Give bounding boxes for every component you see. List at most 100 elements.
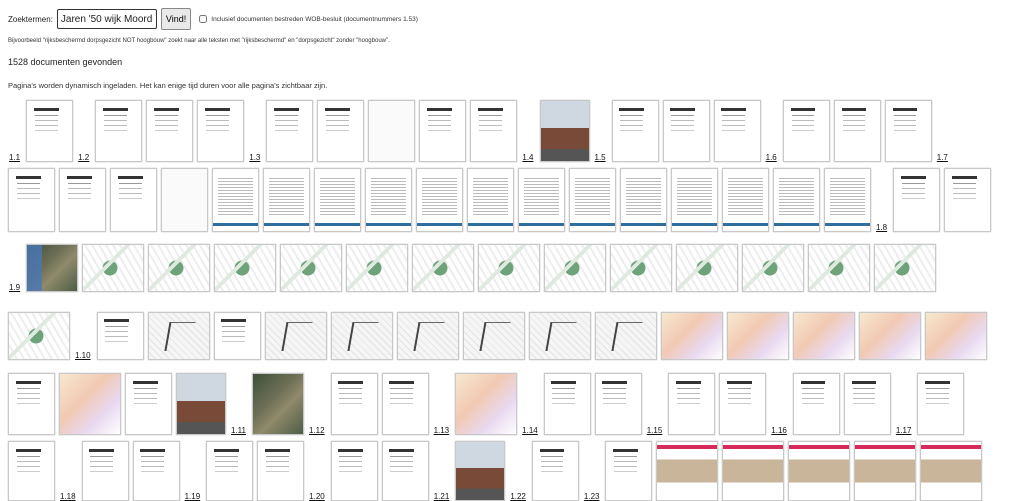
page-thumbnail[interactable]: [213, 312, 261, 360]
page-thumbnail[interactable]: [470, 100, 518, 162]
page-thumbnail[interactable]: [833, 100, 881, 162]
page-thumbnail[interactable]: [132, 441, 180, 501]
document-number-link[interactable]: 1.8: [876, 223, 887, 232]
page-thumbnail[interactable]: [263, 168, 310, 232]
document-number-link[interactable]: 1.1: [9, 153, 20, 162]
page-thumbnail[interactable]: [212, 168, 259, 232]
document-number-link[interactable]: 1.17: [896, 426, 912, 435]
document-number-link[interactable]: 1.13: [434, 426, 450, 435]
page-thumbnail[interactable]: [365, 168, 412, 232]
page-thumbnail[interactable]: [330, 441, 378, 501]
document-number-link[interactable]: 1.3: [249, 153, 260, 162]
page-thumbnail[interactable]: [662, 100, 710, 162]
page-thumbnail[interactable]: [610, 244, 673, 292]
page-thumbnail[interactable]: [543, 373, 591, 435]
page-thumbnail[interactable]: [59, 373, 121, 435]
page-thumbnail[interactable]: [884, 100, 932, 162]
page-thumbnail[interactable]: [214, 244, 277, 292]
page-thumbnail[interactable]: [722, 168, 769, 232]
page-thumbnail[interactable]: [594, 312, 657, 360]
document-number-link[interactable]: 1.18: [60, 492, 76, 501]
page-thumbnail[interactable]: [317, 100, 365, 162]
document-number-link[interactable]: 1.22: [510, 492, 526, 501]
page-thumbnail[interactable]: [455, 441, 506, 501]
page-thumbnail[interactable]: [660, 312, 723, 360]
page-thumbnail[interactable]: [95, 100, 143, 162]
page-thumbnail[interactable]: [8, 312, 70, 360]
page-thumbnail[interactable]: [944, 168, 992, 232]
document-number-link[interactable]: 1.5: [595, 153, 606, 162]
document-number-link[interactable]: 1.20: [309, 492, 325, 501]
page-thumbnail[interactable]: [82, 244, 145, 292]
page-thumbnail[interactable]: [419, 100, 467, 162]
page-thumbnail[interactable]: [719, 373, 767, 435]
page-thumbnail[interactable]: [671, 168, 718, 232]
page-thumbnail[interactable]: [676, 244, 739, 292]
page-thumbnail[interactable]: [742, 244, 805, 292]
document-number-link[interactable]: 1.21: [434, 492, 450, 501]
page-thumbnail[interactable]: [26, 100, 74, 162]
document-number-link[interactable]: 1.2: [78, 153, 89, 162]
page-thumbnail[interactable]: [314, 168, 361, 232]
page-thumbnail[interactable]: [26, 244, 79, 292]
page-thumbnail[interactable]: [381, 441, 429, 501]
page-thumbnail[interactable]: [917, 373, 965, 435]
page-thumbnail[interactable]: [726, 312, 789, 360]
page-thumbnail[interactable]: [824, 168, 871, 232]
document-number-link[interactable]: 1.4: [522, 153, 533, 162]
document-number-link[interactable]: 1.9: [9, 283, 20, 292]
page-thumbnail[interactable]: [280, 244, 343, 292]
page-thumbnail[interactable]: [611, 100, 659, 162]
page-thumbnail[interactable]: [455, 373, 518, 435]
page-thumbnail[interactable]: [381, 373, 429, 435]
document-number-link[interactable]: 1.6: [766, 153, 777, 162]
page-thumbnail[interactable]: [605, 441, 653, 501]
page-thumbnail[interactable]: [8, 441, 55, 501]
page-thumbnail[interactable]: [893, 168, 941, 232]
page-thumbnail[interactable]: [346, 244, 409, 292]
page-thumbnail[interactable]: [467, 168, 514, 232]
document-number-link[interactable]: 1.12: [309, 426, 325, 435]
page-thumbnail[interactable]: [518, 168, 565, 232]
page-thumbnail[interactable]: [858, 312, 921, 360]
page-thumbnail[interactable]: [874, 244, 937, 292]
document-number-link[interactable]: 1.23: [584, 492, 600, 501]
page-thumbnail[interactable]: [81, 441, 129, 501]
page-thumbnail[interactable]: [773, 168, 820, 232]
page-thumbnail[interactable]: [854, 441, 917, 501]
document-number-link[interactable]: 1.16: [771, 426, 787, 435]
page-thumbnail[interactable]: [656, 441, 719, 501]
search-input[interactable]: [56, 9, 157, 29]
page-thumbnail[interactable]: [539, 100, 590, 162]
page-thumbnail[interactable]: [788, 441, 851, 501]
page-thumbnail[interactable]: [920, 441, 983, 501]
page-thumbnail[interactable]: [147, 312, 210, 360]
page-thumbnail[interactable]: [808, 244, 871, 292]
page-thumbnail[interactable]: [264, 312, 327, 360]
document-number-link[interactable]: 1.15: [647, 426, 663, 435]
page-thumbnail[interactable]: [544, 244, 607, 292]
page-thumbnail[interactable]: [146, 100, 194, 162]
page-thumbnail[interactable]: [110, 168, 157, 232]
page-thumbnail[interactable]: [148, 244, 211, 292]
document-number-link[interactable]: 1.14: [522, 426, 538, 435]
page-thumbnail[interactable]: [266, 100, 314, 162]
page-thumbnail[interactable]: [620, 168, 667, 232]
page-thumbnail[interactable]: [125, 373, 172, 435]
page-thumbnail[interactable]: [792, 312, 855, 360]
page-thumbnail[interactable]: [843, 373, 891, 435]
page-thumbnail[interactable]: [668, 373, 716, 435]
document-number-link[interactable]: 1.7: [937, 153, 948, 162]
page-thumbnail[interactable]: [206, 441, 254, 501]
page-thumbnail[interactable]: [8, 168, 55, 232]
page-thumbnail[interactable]: [197, 100, 245, 162]
page-thumbnail[interactable]: [594, 373, 642, 435]
page-thumbnail[interactable]: [462, 312, 525, 360]
search-button[interactable]: Vind!: [160, 8, 192, 30]
page-thumbnail[interactable]: [161, 168, 208, 232]
page-thumbnail[interactable]: [251, 373, 304, 435]
page-thumbnail[interactable]: [330, 373, 378, 435]
page-thumbnail[interactable]: [176, 373, 226, 435]
document-number-link[interactable]: 1.10: [75, 351, 91, 360]
page-thumbnail[interactable]: [569, 168, 616, 232]
